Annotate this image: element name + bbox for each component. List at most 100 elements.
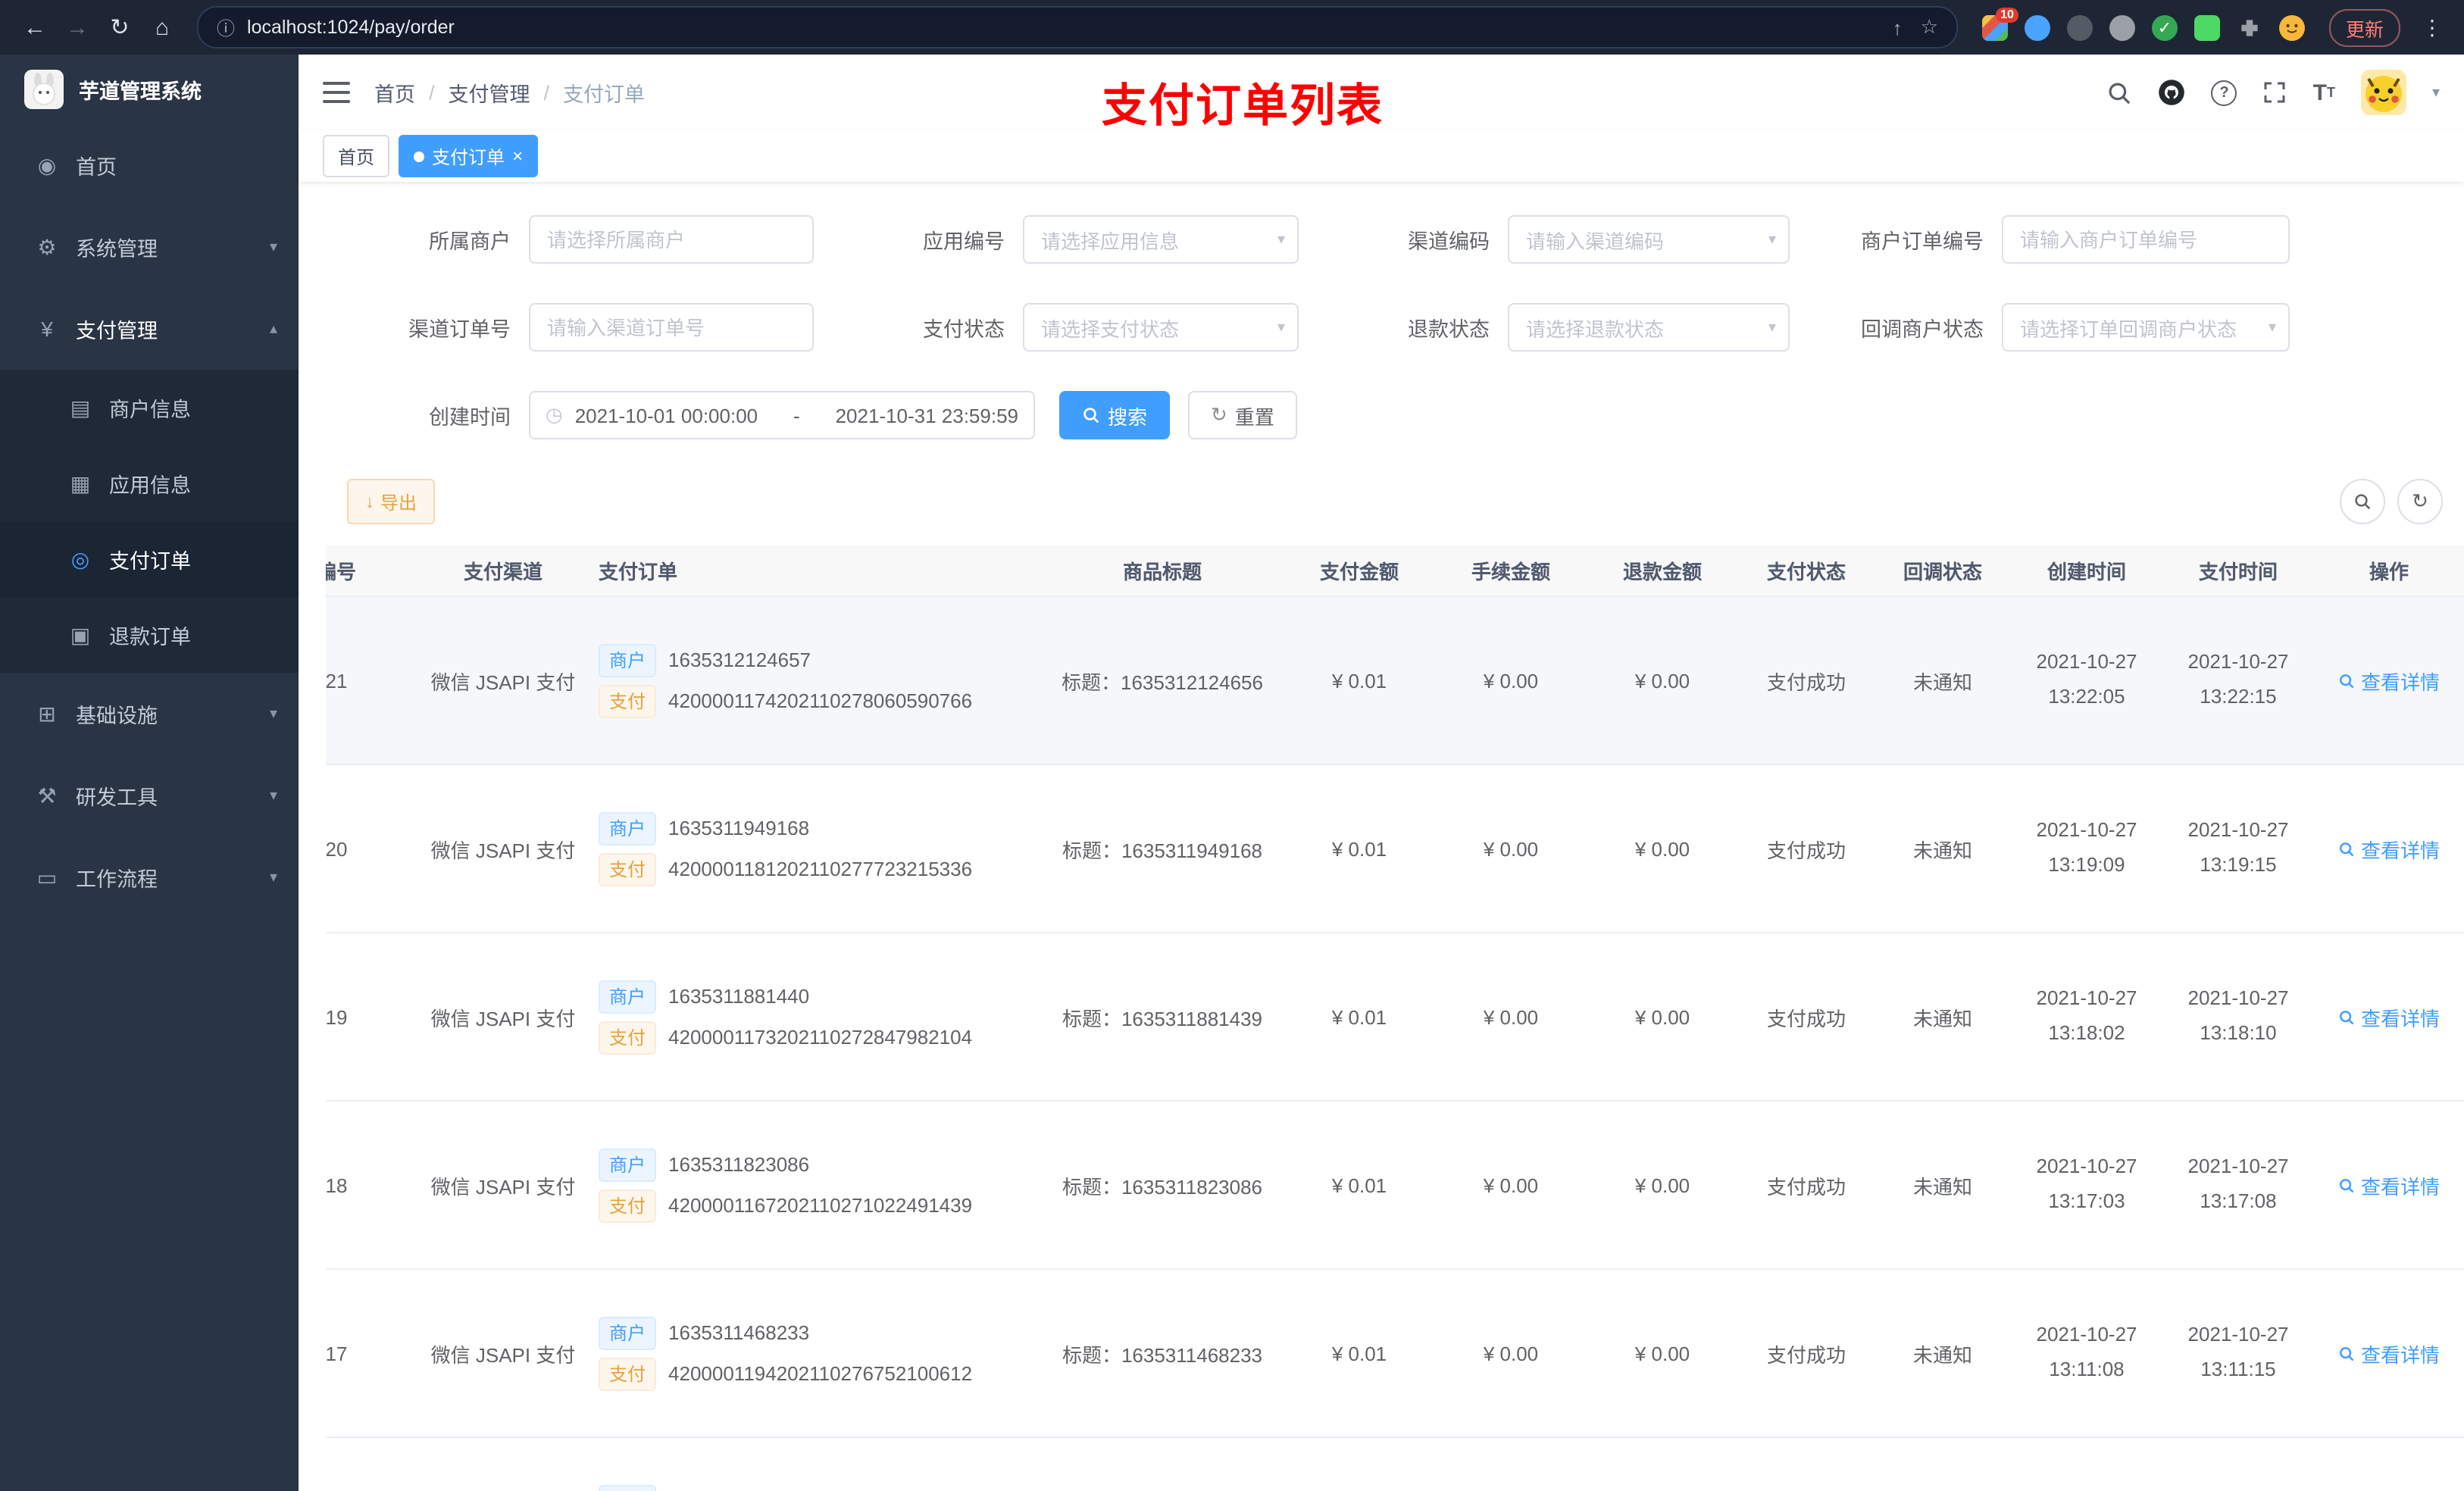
- cell-order: 商户 1635311468233 支付 4200001194202110276752…: [586, 1269, 1041, 1438]
- breadcrumb-current: 支付订单: [563, 83, 646, 106]
- app-id-select[interactable]: 请选择应用信息 ▾: [1023, 215, 1299, 264]
- view-detail-link[interactable]: 查看详情: [2338, 1002, 2440, 1031]
- pay-status-select[interactable]: 请选择支付状态 ▾: [1023, 303, 1299, 352]
- toggle-search-button[interactable]: [2340, 479, 2385, 524]
- pay-tag: 支付: [599, 1357, 657, 1390]
- cell-channel: 微信 JSAPI 支付: [420, 1101, 586, 1270]
- sidebar-item-app-info[interactable]: ▦ 应用信息: [0, 445, 299, 521]
- cell-amount: ¥ 0.01: [1284, 764, 1435, 933]
- notify-status-select[interactable]: 请选择订单回调商户状态 ▾: [2002, 303, 2290, 352]
- browser-reload-icon[interactable]: ↻: [100, 8, 139, 47]
- sidebar-item-workflow[interactable]: ▭ 工作流程 ▾: [0, 836, 299, 918]
- cell-pay-time: 2021-10-27 13:17:08: [2162, 1101, 2314, 1270]
- cell-notify-status: 未通知: [1875, 1101, 2011, 1270]
- sidebar-item-home[interactable]: ◉ 首页: [0, 124, 299, 206]
- cell-action: 查看详情: [2314, 596, 2464, 765]
- sidebar-item-pay-order[interactable]: ◎ 支付订单: [0, 521, 299, 597]
- fullscreen-icon[interactable]: [2263, 80, 2287, 105]
- share-icon[interactable]: ↑: [1893, 16, 1903, 39]
- sidebar-item-payment[interactable]: ¥ 支付管理 ▴: [0, 288, 299, 370]
- export-button[interactable]: ↓ 导出: [347, 479, 436, 524]
- sidebar-item-dev-tools[interactable]: ⚒ 研发工具 ▾: [0, 755, 299, 836]
- refresh-icon: ↻: [1211, 403, 1227, 426]
- merchant-order-input[interactable]: [2002, 215, 2290, 264]
- sidebar-item-refund-order[interactable]: ▣ 退款订单: [0, 597, 299, 673]
- url-text: localhost:1024/pay/order: [247, 17, 455, 38]
- help-icon[interactable]: ?: [2211, 80, 2237, 105]
- download-icon: ↓: [365, 491, 374, 512]
- sidebar: 芋道管理系统 ◉ 首页 ⚙ 系统管理 ▾ ¥ 支付管理 ▴ ▤ 商户信息 ▦ 应…: [0, 55, 299, 1491]
- browser-forward-icon[interactable]: →: [58, 8, 97, 47]
- table-row: 17 微信 JSAPI 支付 商户 1635311468233 支付 4200001…: [326, 1269, 2464, 1438]
- bookmark-star-icon[interactable]: ☆: [1921, 15, 1938, 39]
- view-detail-link[interactable]: 查看详情: [2338, 666, 2440, 695]
- cell-order: 商户1635311357786 支付: [586, 1437, 1041, 1491]
- create-time-range-picker[interactable]: ◷ 2021-10-01 00:00:00 - 2021-10-31 23:59…: [529, 391, 1035, 439]
- page-header: 首页 / 支付管理 / 支付订单 支付订单列表 ? TT ▾: [299, 55, 2464, 132]
- cell-id: 16: [326, 1437, 420, 1491]
- merchant-tag: 商户: [599, 643, 657, 677]
- tab-pay-order[interactable]: 支付订单 ×: [399, 135, 539, 177]
- close-icon[interactable]: ×: [512, 145, 523, 167]
- cell-id: 18: [326, 1101, 420, 1270]
- extension-dark-icon[interactable]: [2066, 14, 2093, 40]
- merchant-input[interactable]: [529, 215, 814, 264]
- extension-gray-icon[interactable]: [2109, 14, 2135, 40]
- screen: ← → ↻ ⌂ ⓘ localhost:1024/pay/order ↑ ☆ 1…: [0, 0, 2464, 1491]
- breadcrumb-home[interactable]: 首页: [374, 77, 415, 108]
- pay-tag: 支付: [599, 684, 657, 717]
- github-icon[interactable]: [2159, 79, 2186, 106]
- user-avatar[interactable]: [2360, 70, 2406, 115]
- address-bar[interactable]: ⓘ localhost:1024/pay/order ↑ ☆: [197, 6, 1958, 48]
- app-title: 芋道管理系统: [79, 80, 202, 103]
- col-amount: 支付金额: [1284, 545, 1435, 597]
- page-title-annotation: 支付订单列表: [1102, 82, 1384, 132]
- cell-fee: ¥ 0.00: [1435, 933, 1587, 1102]
- tab-home[interactable]: 首页: [323, 135, 390, 177]
- sidebar-collapse-icon[interactable]: [323, 82, 350, 103]
- app-logo[interactable]: 芋道管理系统: [0, 55, 299, 124]
- extension-pixel-icon[interactable]: 10: [1981, 7, 2018, 40]
- font-size-icon[interactable]: TT: [2313, 80, 2335, 105]
- sidebar-item-system[interactable]: ⚙ 系统管理 ▾: [0, 206, 299, 288]
- browser-update-button[interactable]: 更新: [2328, 8, 2400, 46]
- extension-puzzle-icon[interactable]: [2237, 14, 2262, 40]
- browser-back-icon[interactable]: ←: [15, 8, 55, 47]
- channel-order-input[interactable]: [529, 303, 814, 352]
- sidebar-item-infra[interactable]: ⊞ 基础设施 ▾: [0, 673, 299, 755]
- site-info-icon[interactable]: ⓘ: [217, 14, 235, 40]
- view-detail-link[interactable]: 查看详情: [2338, 834, 2440, 863]
- clock-icon: ◷: [546, 403, 563, 426]
- page-content: 所属商户 应用编号 请选择应用信息▾ 渠道编码 请输入渠道编码▾ 商户订单编号: [299, 182, 2464, 1491]
- col-create-time: 创建时间: [2011, 545, 2162, 597]
- chevron-down-icon: ▾: [269, 869, 277, 886]
- extension-chat-icon[interactable]: [2194, 14, 2220, 40]
- extension-blue-icon[interactable]: [2024, 14, 2050, 40]
- cell-refund: ¥ 0.00: [1587, 933, 1738, 1102]
- browser-home-icon[interactable]: ⌂: [142, 8, 182, 47]
- view-detail-link[interactable]: 查看详情: [2338, 1171, 2440, 1199]
- cell-action: 查看详情: [2314, 933, 2464, 1102]
- refresh-list-button[interactable]: ↻: [2397, 479, 2443, 524]
- cell-fee: ¥ 0.00: [1435, 764, 1587, 933]
- browser-menu-icon[interactable]: ⋮: [2416, 14, 2449, 40]
- view-detail-link[interactable]: 查看详情: [2338, 1339, 2440, 1368]
- channel-code-select[interactable]: 请输入渠道编码 ▾: [1508, 215, 1790, 264]
- cell-fee: ¥ 0.00: [1435, 1101, 1587, 1270]
- cell-fee: [1435, 1437, 1587, 1491]
- cell-pay-time: [2162, 1437, 2314, 1491]
- search-icon[interactable]: [2107, 80, 2133, 105]
- chevron-down-icon[interactable]: ▾: [2432, 84, 2440, 101]
- search-button[interactable]: 搜索: [1059, 391, 1171, 439]
- profile-avatar-icon[interactable]: [2278, 14, 2305, 40]
- refund-status-select[interactable]: 请选择退款状态 ▾: [1508, 303, 1790, 352]
- cell-channel: 微信 JSAPI 支付: [420, 596, 586, 765]
- sidebar-item-merchant-info[interactable]: ▤ 商户信息: [0, 370, 299, 445]
- reset-button[interactable]: ↻ 重置: [1188, 391, 1297, 439]
- extension-green-check-icon[interactable]: ✓: [2151, 14, 2178, 40]
- breadcrumb-payment[interactable]: 支付管理: [449, 77, 530, 108]
- merchant-tag: 商户: [599, 1484, 657, 1491]
- cell-pay-status: 支付成功: [1738, 1269, 1875, 1438]
- chevron-down-icon: ▾: [269, 705, 277, 722]
- yen-icon: ¥: [41, 317, 53, 341]
